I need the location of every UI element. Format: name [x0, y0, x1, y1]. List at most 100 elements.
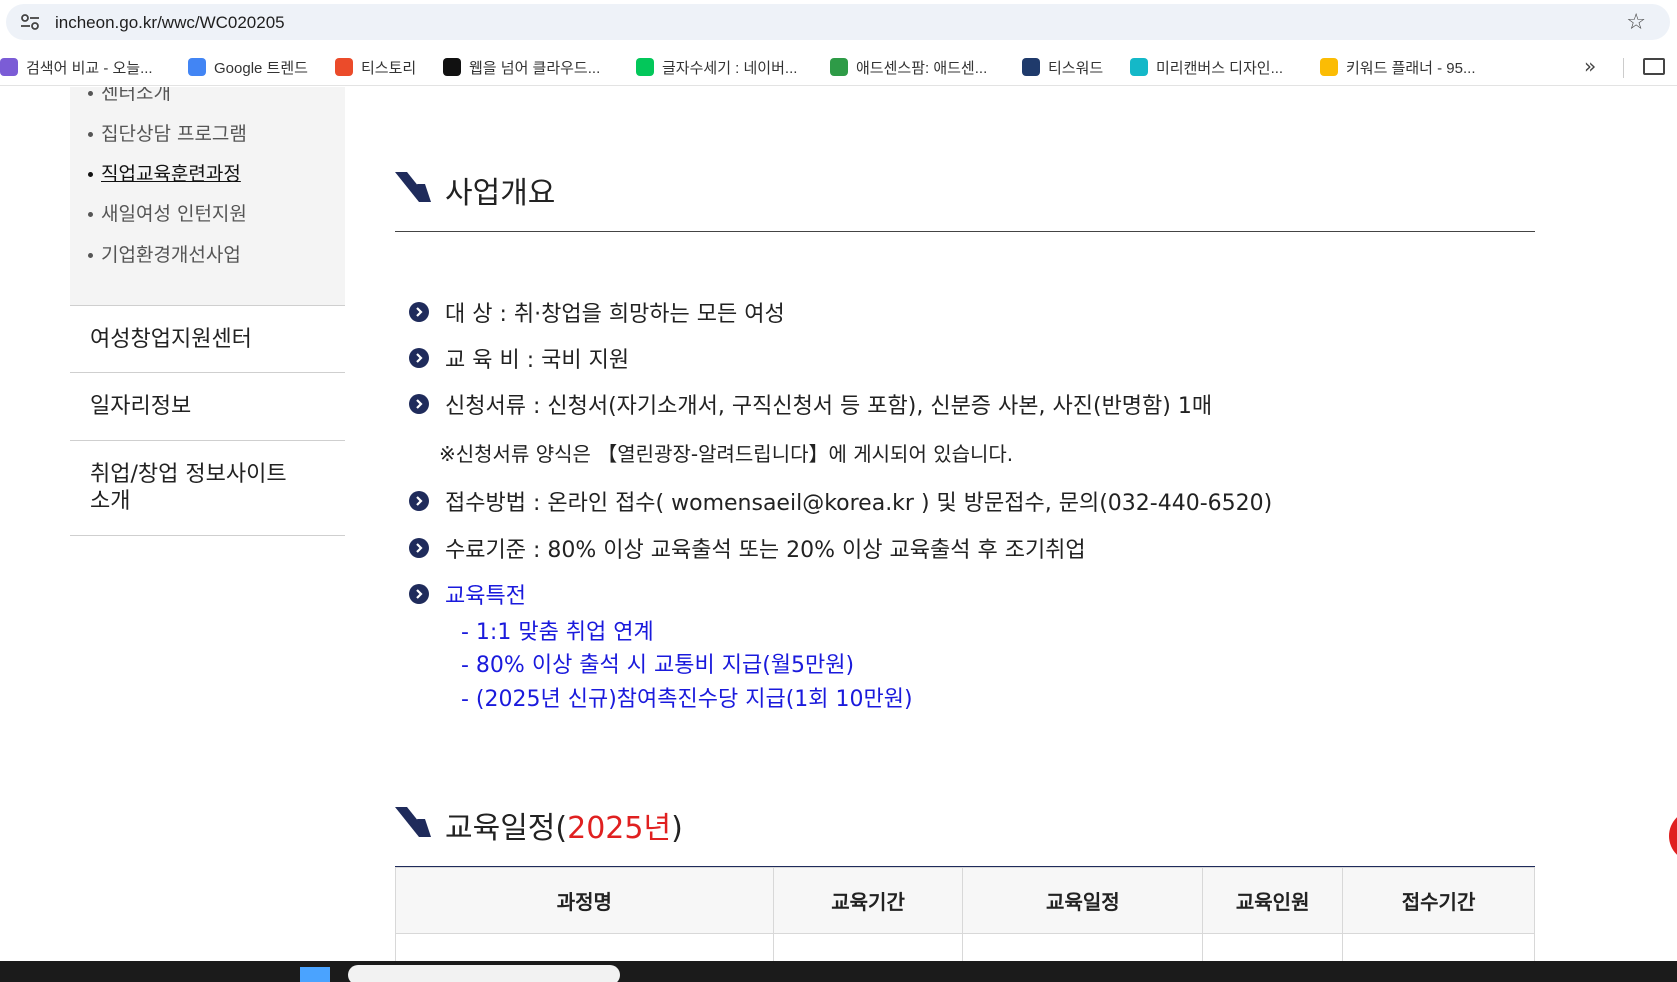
overview-section-header: 사업개요 — [395, 150, 1535, 232]
application-text: 접수방법 : 온라인 접수( womensaeil@korea.kr ) 및 방… — [445, 491, 1273, 516]
table-cell — [1202, 933, 1344, 964]
bookmark-label: 웹을 넘어 클라우드... — [469, 59, 601, 77]
bookmark-label: 애드센스팜: 애드센... — [856, 59, 988, 77]
bookmark-star-icon[interactable]: ☆ — [1626, 10, 1646, 35]
bookmark-item[interactable]: 티스워드 — [1022, 56, 1103, 78]
sidebar-subitem[interactable]: 기업환경개선사업 — [88, 240, 241, 267]
sidebar-subitem[interactable]: 새일여성 인턴지원 — [88, 199, 247, 226]
bookmark-label: 키워드 플래너 - 95... — [1346, 59, 1476, 77]
bookmark-item[interactable]: 웹을 넘어 클라우드... — [443, 56, 600, 78]
bullet-dot — [88, 212, 93, 217]
table-row — [395, 933, 1535, 964]
table-cell — [1342, 933, 1535, 964]
trends-icon — [188, 58, 206, 76]
tistory-icon — [335, 58, 353, 76]
more-bookmarks-icon[interactable]: » — [1584, 54, 1596, 78]
schedule-section-header: 교육일정(2025년) — [395, 795, 1535, 867]
bookmark-label: 티스워드 — [1048, 59, 1104, 77]
browser-toolbar: incheon.go.kr/wwc/WC020205 ☆ — [0, 0, 1677, 42]
naver-icon — [636, 58, 654, 76]
bullet-dot — [88, 253, 93, 258]
miricanvas-icon — [1130, 58, 1148, 76]
bookmark-item[interactable]: 티스토리 — [335, 56, 416, 78]
sidebar-menu-item[interactable]: 취업/창업 정보사이트 소개 — [70, 441, 345, 536]
benefit-item: - 80% 이상 출석 시 교통비 지급(월5만원) — [461, 653, 855, 678]
fee-text: 교 육 비 : 국비 지원 — [445, 348, 630, 373]
tw-icon — [1022, 58, 1040, 76]
sidebar-subitem-label: 센터소개 — [101, 87, 171, 104]
table-cell — [772, 933, 964, 964]
list-item: 접수방법 : 온라인 접수( womensaeil@korea.kr ) 및 방… — [409, 485, 1272, 517]
address-bar[interactable]: incheon.go.kr/wwc/WC020205 ☆ — [6, 4, 1670, 40]
bookmark-item[interactable]: 글자수세기 : 네이버... — [636, 56, 797, 78]
column-header: 교육기간 — [772, 867, 964, 934]
bookmark-label: 미리캔버스 디자인... — [1156, 59, 1284, 77]
sidebar-menu-item[interactable]: 여성창업지원센터 — [70, 306, 345, 373]
ads-icon — [1320, 58, 1338, 76]
sidebar-subitem[interactable]: 센터소개 — [88, 87, 171, 105]
bullet-dot — [88, 172, 93, 177]
benefits-title: 교육특전 — [445, 584, 526, 609]
benefit-item: - 1:1 맞춤 취업 연계 — [461, 620, 654, 645]
os-taskbar — [0, 961, 1677, 982]
bookmark-item[interactable]: 검색어 비교 - 오늘... — [0, 56, 153, 78]
g-icon — [443, 58, 461, 76]
benefit-item: - (2025년 신규)참여촉진수당 지급(1회 10만원) — [461, 687, 913, 712]
bookmarks-bar: 검색어 비교 - 오늘... Google 트렌드 티스토리 웹을 넘어 클라우드..… — [0, 46, 1677, 86]
sidebar-subitem[interactable]: 직업교육훈련과정 — [88, 159, 241, 186]
section-mark-icon — [395, 172, 431, 202]
schedule-title: 교육일정(2025년) — [445, 811, 683, 846]
target-text: 대 상 : 취·창업을 희망하는 모든 여성 — [445, 302, 785, 327]
sidebar-subnav: 센터소개집단상담 프로그램직업교육훈련과정새일여성 인턴지원기업환경개선사업 — [70, 87, 345, 305]
documents-note: ※신청서류 양식은 【열린광장-알려드립니다】에 게시되어 있습니다. — [439, 442, 1014, 466]
column-header: 교육일정 — [962, 867, 1204, 934]
documents-text: 신청서류 : 신청서(자기소개서, 구직신청서 등 포함), 신분증 사본, 사… — [445, 394, 1213, 419]
divider — [1623, 58, 1624, 78]
main-content: 사업개요 대 상 : 취·창업을 희망하는 모든 여성 교 육 비 : 국비 지… — [395, 150, 1535, 712]
floating-button[interactable] — [1669, 810, 1677, 862]
section-mark-icon — [395, 807, 431, 837]
overview-title: 사업개요 — [445, 176, 556, 211]
table-cell — [962, 933, 1204, 964]
bullet-dot — [88, 91, 93, 96]
chevron-right-icon — [409, 538, 429, 558]
table-cell — [395, 933, 774, 964]
bookmark-label: 검색어 비교 - 오늘... — [26, 59, 153, 77]
chevron-right-icon — [409, 348, 429, 368]
column-header: 접수기간 — [1342, 867, 1535, 934]
list-item: 수료기준 : 80% 이상 교육출석 또는 20% 이상 교육출석 후 조기취업 — [409, 532, 1086, 564]
adsense-icon — [830, 58, 848, 76]
list-item: 교육특전 — [409, 578, 526, 610]
sidebar-subitem-label: 집단상담 프로그램 — [101, 123, 247, 145]
bookmark-item[interactable]: Google 트렌드 — [188, 56, 308, 78]
chevron-right-icon — [409, 394, 429, 414]
bookmark-item[interactable]: 애드센스팜: 애드센... — [830, 56, 987, 78]
sidebar: 센터소개집단상담 프로그램직업교육훈련과정새일여성 인턴지원기업환경개선사업 여… — [70, 87, 345, 536]
site-settings-icon[interactable] — [20, 14, 40, 30]
sidebar-subitem-label: 기업환경개선사업 — [101, 244, 241, 266]
chevron-right-icon — [409, 302, 429, 322]
sidebar-subitem-label: 직업교육훈련과정 — [101, 163, 241, 185]
schedule-table: 과정명 교육기간 교육일정 교육인원 접수기간 — [395, 867, 1535, 964]
url-text[interactable]: incheon.go.kr/wwc/WC020205 — [55, 13, 285, 33]
bookmark-item[interactable]: 키워드 플래너 - 95... — [1320, 56, 1476, 78]
schedule-year: 2025년 — [567, 811, 672, 846]
column-header: 과정명 — [395, 867, 774, 934]
sidebar-subitem[interactable]: 집단상담 프로그램 — [88, 119, 247, 146]
chevron-right-icon — [409, 491, 429, 511]
bookmark-label: 글자수세기 : 네이버... — [662, 59, 798, 77]
chevron-right-icon — [409, 584, 429, 604]
bookmark-label: Google 트렌드 — [214, 59, 308, 77]
windows-start-icon[interactable] — [300, 967, 330, 982]
list-item: 대 상 : 취·창업을 희망하는 모든 여성 — [409, 296, 785, 328]
taskbar-search[interactable] — [348, 965, 620, 982]
puzzle-icon — [0, 58, 18, 76]
bookmark-item[interactable]: 미리캔버스 디자인... — [1130, 56, 1283, 78]
sidebar-menu-item[interactable]: 일자리정보 — [70, 373, 345, 441]
folder-icon[interactable] — [1643, 58, 1665, 75]
column-header: 교육인원 — [1202, 867, 1344, 934]
table-header-row: 과정명 교육기간 교육일정 교육인원 접수기간 — [395, 867, 1535, 934]
list-item: 교 육 비 : 국비 지원 — [409, 342, 629, 374]
bookmark-label: 티스토리 — [361, 59, 417, 77]
sidebar-subitem-label: 새일여성 인턴지원 — [101, 203, 247, 225]
